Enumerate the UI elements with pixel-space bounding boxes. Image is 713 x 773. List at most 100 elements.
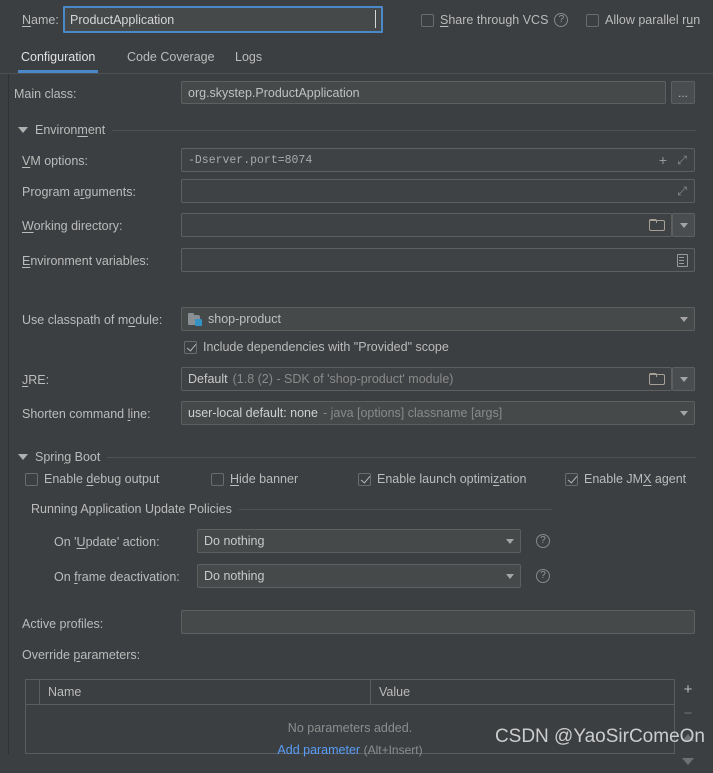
checkbox-box [586, 13, 599, 27]
share-through-vcs-checkbox[interactable]: Share through VCS ? [421, 13, 569, 27]
enable-jmx-agent-checkbox[interactable]: Enable JMX agent [565, 472, 686, 486]
use-classpath-value: shop-product [208, 312, 281, 326]
main-class-input[interactable]: org.skystep.ProductApplication [181, 81, 666, 104]
add-parameter-link[interactable]: Add parameter [277, 743, 360, 757]
checkbox-box [358, 472, 371, 486]
add-parameter-hint: (Alt+Insert) [363, 743, 423, 757]
allow-parallel-run-checkbox[interactable]: Allow parallel run [586, 13, 700, 27]
hide-banner-label: Hide banner [230, 472, 299, 486]
update-policies-section-header: Running Application Update Policies [31, 502, 552, 516]
on-update-action-dropdown[interactable]: Do nothing [197, 529, 521, 553]
vm-options-value: -Dserver.port=8074 [188, 153, 313, 167]
shorten-command-line-detail: - java [options] classname [args] [322, 406, 503, 420]
on-update-action-label: On 'Update' action: [54, 535, 160, 549]
main-class-value: org.skystep.ProductApplication [188, 85, 360, 100]
vm-options-label: VM options: [22, 154, 89, 168]
column-header-value[interactable]: Value [371, 680, 675, 704]
on-frame-deactivation-value: Do nothing [204, 569, 265, 583]
allow-parallel-run-label: Allow parallel run [605, 13, 701, 27]
shorten-command-line-dropdown[interactable]: user-local default: none - java [options… [181, 401, 695, 425]
override-parameters-label: Override parameters: [22, 648, 141, 662]
list-icon[interactable] [674, 253, 690, 267]
name-input[interactable] [63, 6, 383, 33]
include-provided-scope-checkbox[interactable]: Include dependencies with "Provided" sco… [184, 340, 449, 354]
enable-jmx-agent-label: Enable JMX agent [584, 472, 687, 486]
jre-value: Default [188, 372, 228, 386]
table-header-row: Name Value [26, 680, 674, 705]
main-class-browse-button[interactable]: ... [671, 81, 695, 104]
folder-icon[interactable] [647, 373, 665, 385]
environment-variables-input[interactable] [181, 248, 695, 272]
question-circle-icon[interactable]: ? [536, 534, 550, 548]
vm-options-input[interactable]: -Dserver.port=8074 + ⤢ [181, 148, 695, 172]
hide-banner-checkbox[interactable]: Hide banner [211, 472, 298, 486]
checkbox-box [565, 472, 578, 486]
remove-icon[interactable]: − [677, 701, 699, 725]
expand-icon[interactable]: ⤢ [672, 153, 692, 168]
chevron-down-icon [680, 410, 688, 416]
chevron-down-icon [506, 538, 514, 544]
panel-divider [8, 74, 9, 754]
use-classpath-dropdown[interactable]: shop-product [181, 307, 695, 331]
working-directory-input[interactable] [181, 213, 672, 237]
on-frame-deactivation-label: On frame deactivation: [54, 570, 180, 584]
program-arguments-input[interactable]: ⤢ [181, 179, 695, 203]
chevron-down-icon [506, 573, 514, 579]
watermark: CSDN @YaoSirComeOn [494, 726, 705, 747]
enable-launch-optimization-checkbox[interactable]: Enable launch optimization [358, 472, 526, 486]
spring-boot-section-header[interactable]: Spring Boot [18, 450, 696, 464]
share-through-vcs-label: Share through VCS [440, 13, 549, 27]
name-label: Name: [22, 13, 59, 27]
on-update-action-value: Do nothing [204, 534, 265, 548]
question-circle-icon[interactable]: ? [536, 569, 550, 583]
triangle-down-icon [18, 454, 28, 460]
jre-value-detail: (1.8 (2) - SDK of 'shop-product' module) [232, 372, 454, 386]
checkbox-box [421, 13, 434, 27]
folder-icon[interactable] [647, 219, 665, 231]
chevron-down-icon [679, 376, 688, 382]
include-provided-scope-label: Include dependencies with "Provided" sco… [203, 340, 449, 354]
question-circle-icon[interactable]: ? [554, 13, 569, 27]
enable-debug-output-checkbox[interactable]: Enable debug output [25, 472, 159, 486]
table-side-buttons: + − [677, 677, 699, 773]
environment-section-title: Environment [35, 123, 106, 137]
program-arguments-label: Program arguments: [22, 185, 136, 199]
plus-icon[interactable]: + [654, 152, 672, 168]
checkbox-box [184, 340, 197, 354]
working-directory-label: Working directory: [22, 219, 123, 233]
tab-configuration[interactable]: Configuration [18, 44, 99, 73]
module-icon [188, 312, 203, 326]
add-icon[interactable]: + [677, 677, 699, 701]
move-down-icon[interactable] [677, 749, 699, 773]
chevron-down-icon [679, 222, 688, 228]
active-profiles-input[interactable] [181, 610, 695, 634]
main-class-label: Main class: [14, 87, 77, 101]
working-directory-dropdown-button[interactable] [672, 213, 695, 237]
shorten-command-line-value: user-local default: none [188, 406, 318, 420]
enable-debug-output-label: Enable debug output [44, 472, 160, 486]
section-rule [238, 508, 552, 510]
tab-logs[interactable]: Logs [232, 44, 265, 73]
text-caret [375, 10, 376, 28]
active-profiles-label: Active profiles: [22, 617, 104, 631]
configuration-panel: Main class: org.skystep.ProductApplicati… [0, 74, 713, 765]
jre-dropdown-button[interactable] [672, 367, 695, 391]
expand-icon[interactable]: ⤢ [672, 184, 692, 199]
jre-label: JRE: [22, 373, 50, 387]
checkbox-box [211, 472, 224, 486]
tab-bar: Configuration Code Coverage Logs [0, 44, 713, 74]
ellipsis-icon: ... [677, 85, 688, 100]
shorten-command-line-label: Shorten command line: [22, 407, 151, 421]
section-rule [112, 129, 696, 131]
environment-variables-label: Environment variables: [22, 254, 150, 268]
chevron-down-icon [680, 316, 688, 322]
tab-code-coverage[interactable]: Code Coverage [124, 44, 218, 73]
use-classpath-label: Use classpath of module: [22, 313, 163, 327]
triangle-down-icon [18, 127, 28, 133]
environment-section-header[interactable]: Environment [18, 123, 696, 137]
column-header-name[interactable]: Name [40, 680, 370, 704]
dialog-header: Name: Share through VCS ? Allow parallel… [0, 0, 713, 40]
spring-boot-section-title: Spring Boot [35, 450, 101, 464]
jre-input[interactable]: Default (1.8 (2) - SDK of 'shop-product'… [181, 367, 672, 391]
on-frame-deactivation-dropdown[interactable]: Do nothing [197, 564, 521, 588]
